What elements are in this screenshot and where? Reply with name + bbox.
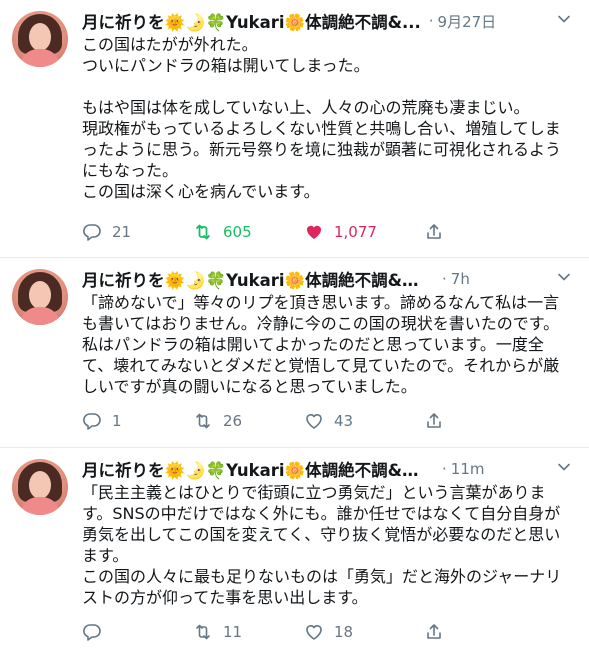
retweet-button[interactable]: 605: [193, 222, 304, 242]
reply-icon: [83, 624, 101, 641]
tweet-text: 「民主主義とはひとりで街頭に立つ勇気だ」という言葉があります。SNSの中だけでは…: [82, 483, 562, 607]
heart-icon: [306, 225, 322, 239]
timestamp[interactable]: 9月27日: [438, 11, 497, 32]
timestamp[interactable]: 7h: [451, 270, 470, 288]
like-button[interactable]: 18: [304, 622, 424, 642]
author-name[interactable]: 月に祈りを🌞🌛🍀Yukari🌼体調絶不調&...: [82, 9, 421, 33]
tweet-text: 「諦めないで」等々のリプを頂き思います。諦めるなんて私は一言も書いてはおりません…: [82, 293, 560, 396]
share-icon: [427, 224, 441, 239]
reply-button[interactable]: [82, 622, 193, 642]
retweet-count: 605: [223, 223, 252, 241]
like-count: 43: [334, 412, 354, 430]
separator-dot: ·: [428, 12, 434, 30]
reply-icon: [83, 224, 101, 241]
tweet-text: この国はたがが外れた。 ついにパンドラの箱は開いてしまった。 もはや国は体を成し…: [82, 35, 562, 201]
retweet-count: 11: [223, 623, 243, 641]
heart-icon: [306, 414, 322, 429]
retweet-icon: [196, 224, 210, 240]
timestamp[interactable]: 11m: [451, 460, 485, 478]
retweet-icon: [196, 624, 210, 640]
share-icon: [427, 413, 441, 428]
retweet-button[interactable]: 26: [193, 411, 304, 431]
tweet-header: 月に祈りを🌞🌛🍀Yukari🌼体調絶不調&... · 9月27日: [82, 10, 571, 32]
like-count: 18: [334, 623, 354, 641]
tweet-actions: 1 26 43: [82, 411, 444, 431]
chevron-down-icon[interactable]: [557, 460, 571, 474]
author-name[interactable]: 月に祈りを🌞🌛🍀Yukari🌼体調絶不調&多忙...: [82, 457, 434, 481]
avatar[interactable]: [12, 11, 68, 67]
author-name[interactable]: 月に祈りを🌞🌛🍀Yukari🌼体調絶不調&多忙で...: [82, 267, 434, 291]
reply-count: 21: [112, 223, 132, 241]
tweet-actions: 11 18: [82, 622, 444, 642]
tweet[interactable]: 月に祈りを🌞🌛🍀Yukari🌼体調絶不調&多忙で... · 7h 「諦めないで」…: [0, 258, 589, 448]
reply-button[interactable]: 21: [82, 222, 193, 242]
share-button[interactable]: [424, 222, 444, 242]
separator-dot: ·: [442, 460, 447, 478]
retweet-count: 26: [223, 412, 243, 430]
reply-icon: [83, 413, 101, 430]
like-button[interactable]: 1,077: [304, 222, 424, 242]
retweet-button[interactable]: 11: [193, 622, 304, 642]
like-button[interactable]: 43: [304, 411, 424, 431]
share-button[interactable]: [424, 411, 444, 431]
tweet-feed: 月に祈りを🌞🌛🍀Yukari🌼体調絶不調&... · 9月27日 この国はたがが…: [0, 0, 589, 658]
share-button[interactable]: [424, 622, 444, 642]
avatar[interactable]: [12, 459, 68, 515]
share-icon: [427, 624, 441, 639]
chevron-down-icon[interactable]: [557, 12, 571, 26]
heart-icon: [306, 625, 322, 640]
like-count: 1,077: [334, 223, 377, 241]
tweet-actions: 21 605 1,077: [82, 222, 444, 242]
separator-dot: ·: [442, 270, 447, 288]
avatar[interactable]: [12, 269, 68, 325]
tweet-header: 月に祈りを🌞🌛🍀Yukari🌼体調絶不調&多忙... · 11m: [82, 458, 571, 480]
tweet-header: 月に祈りを🌞🌛🍀Yukari🌼体調絶不調&多忙で... · 7h: [82, 268, 571, 290]
reply-count: 1: [112, 412, 122, 430]
tweet[interactable]: 月に祈りを🌞🌛🍀Yukari🌼体調絶不調&... · 9月27日 この国はたがが…: [0, 0, 589, 258]
tweet[interactable]: 月に祈りを🌞🌛🍀Yukari🌼体調絶不調&多忙... · 11m 「民主主義とは…: [0, 448, 589, 658]
chevron-down-icon[interactable]: [557, 270, 571, 284]
retweet-icon: [196, 413, 210, 429]
reply-button[interactable]: 1: [82, 411, 193, 431]
